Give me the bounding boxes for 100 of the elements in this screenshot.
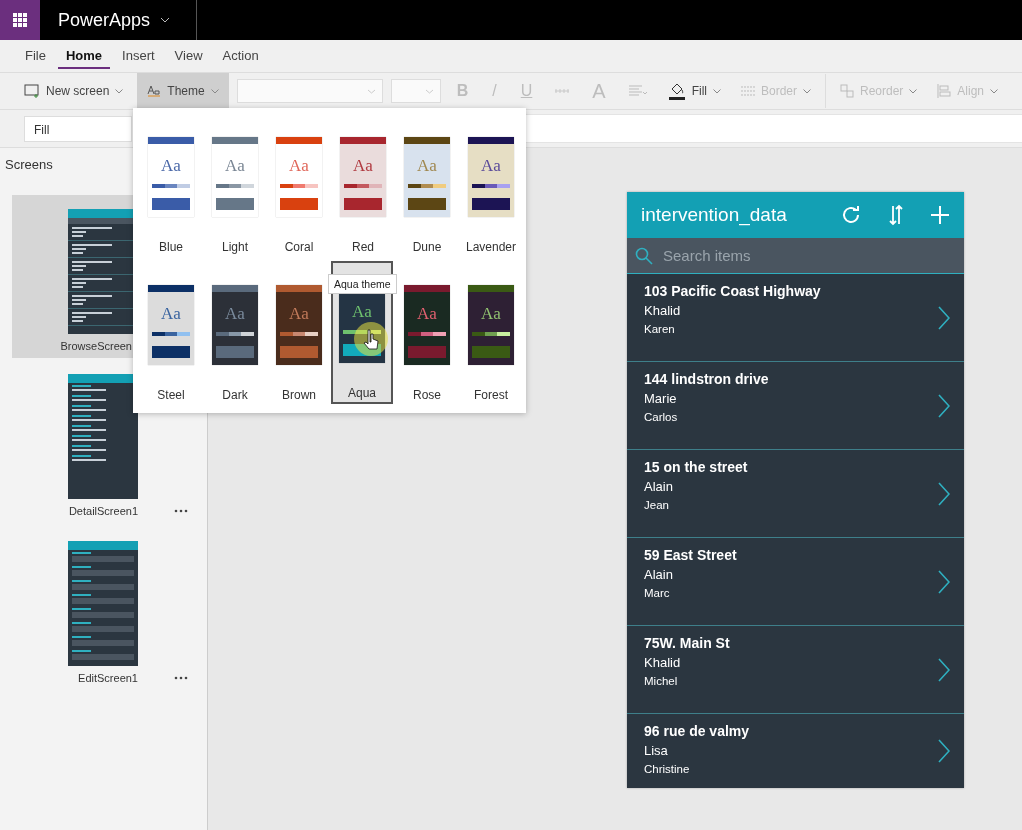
- chevron-down-icon: [990, 88, 999, 94]
- waffle-icon: [13, 13, 27, 27]
- screen-item-highlight[interactable]: BrowseScreen: [12, 195, 133, 358]
- sort-icon[interactable]: [888, 204, 904, 226]
- color-strip: [408, 184, 446, 188]
- item-subtitle: Marie: [644, 390, 678, 408]
- theme-swatch[interactable]: Aa: [468, 285, 514, 365]
- screen-thumbnail[interactable]: [68, 209, 133, 334]
- menu-tab[interactable]: Home: [57, 43, 111, 69]
- color-strip: [408, 332, 446, 336]
- theme-name: Coral: [284, 240, 314, 254]
- chevron-right-icon[interactable]: [938, 481, 950, 506]
- item-subtitle: Khalid: [644, 302, 682, 320]
- color-strip: [152, 332, 190, 336]
- theme-name: Brown: [282, 388, 316, 402]
- sample-text: Aa: [417, 156, 437, 176]
- theme-swatch[interactable]: Aa: [468, 137, 514, 217]
- screen-thumbnail[interactable]: [68, 374, 138, 499]
- color-strip: [472, 332, 510, 336]
- search-icon: [635, 246, 653, 265]
- theme-name: Steel: [157, 388, 185, 402]
- swatch-header-bar: [276, 137, 322, 144]
- item-subtitle: Alain: [644, 478, 674, 496]
- sample-text: Aa: [289, 156, 309, 176]
- sample-text: Aa: [352, 302, 372, 322]
- sample-text: Aa: [481, 304, 501, 324]
- color-strip: [216, 332, 254, 336]
- gallery-item[interactable]: 75W. Main St Khalid Michel: [627, 626, 964, 714]
- item-title: 15 on the street: [644, 458, 749, 477]
- theme-name: Light: [222, 240, 248, 254]
- color-strip: [280, 332, 318, 336]
- item-title: 59 East Street: [644, 546, 738, 565]
- screen-add-icon: [24, 84, 40, 98]
- hand-cursor-icon: [353, 321, 389, 357]
- swatch-header-bar: [212, 137, 258, 144]
- theme-name: Red: [352, 240, 374, 254]
- sample-text: Aa: [161, 156, 181, 176]
- layers-icon: [840, 84, 854, 98]
- chevron-down-icon: [210, 88, 219, 94]
- swatch-header-bar: [404, 285, 450, 292]
- menu-tab[interactable]: View: [166, 43, 211, 69]
- more-icon[interactable]: [174, 676, 188, 680]
- fill-button[interactable]: Fill: [661, 73, 727, 109]
- gallery-item[interactable]: 144 lindstron drive Marie Carlos: [627, 362, 964, 450]
- theme-name: Aqua: [348, 386, 376, 400]
- refresh-icon[interactable]: [840, 204, 862, 226]
- chevron-right-icon[interactable]: [938, 739, 950, 763]
- swatch-header-bar: [148, 285, 194, 292]
- gallery-item[interactable]: 15 on the street Alain Jean: [627, 450, 964, 538]
- chevron-down-icon: [909, 88, 918, 94]
- theme-button[interactable]: Theme: [137, 73, 229, 109]
- theme-name: Lavender: [465, 240, 516, 254]
- menu-tab[interactable]: Insert: [114, 43, 163, 69]
- item-subtitle: Lisa: [644, 742, 669, 760]
- screen-name: BrowseScreen: [60, 340, 133, 352]
- item-detail: Karen: [644, 322, 676, 337]
- chevron-right-icon[interactable]: [938, 569, 950, 594]
- theme-swatch[interactable]: Aa: [404, 285, 450, 365]
- new-screen-button[interactable]: New screen: [18, 73, 130, 109]
- theme-swatch[interactable]: Aa: [148, 137, 194, 217]
- item-subtitle: Khalid: [644, 654, 682, 672]
- theme-swatch[interactable]: Aa: [148, 285, 194, 365]
- add-icon[interactable]: [930, 205, 950, 225]
- chevron-down-icon: [115, 88, 124, 94]
- theme-name: Forest: [474, 388, 508, 402]
- sample-text: Aa: [289, 304, 309, 324]
- screen-thumbnail[interactable]: [68, 541, 138, 666]
- sample-text: Aa: [481, 156, 501, 176]
- sample-text: Aa: [417, 304, 437, 324]
- more-icon[interactable]: [174, 509, 188, 513]
- theme-swatch[interactable]: Aa: [276, 137, 322, 217]
- search-bar[interactable]: Search items: [627, 238, 964, 274]
- theme-swatch[interactable]: Aa: [276, 285, 322, 365]
- formula-field[interactable]: [525, 114, 1022, 143]
- color-strip: [280, 184, 318, 188]
- menu-tab[interactable]: Action: [214, 43, 267, 69]
- sample-text: Aa: [225, 304, 245, 324]
- chevron-right-icon[interactable]: [938, 305, 950, 330]
- color-strip: [472, 184, 510, 188]
- item-title: 96 rue de valmy: [644, 722, 751, 741]
- swatch-header-bar: [468, 137, 514, 144]
- theme-swatch[interactable]: Aa: [212, 137, 258, 217]
- gallery-item[interactable]: 96 rue de valmy Lisa Christine: [627, 714, 964, 788]
- theme-name: Blue: [159, 240, 183, 254]
- panel-title: Screens: [5, 157, 53, 172]
- search-field[interactable]: Search items: [663, 247, 956, 264]
- theme-swatch[interactable]: Aa: [212, 285, 258, 365]
- theme-name: Dune: [412, 240, 442, 254]
- chevron-down-icon: [803, 88, 811, 94]
- gallery-item[interactable]: 59 East Street Alain Marc: [627, 538, 964, 626]
- theme-swatch[interactable]: Aa: [340, 137, 386, 217]
- menu-tab[interactable]: File: [17, 43, 54, 69]
- color-strip: [216, 184, 254, 188]
- chevron-right-icon[interactable]: [938, 393, 950, 418]
- property-field[interactable]: Fill: [24, 115, 132, 142]
- app-launcher-button[interactable]: [0, 0, 40, 40]
- gallery-item[interactable]: 103 Pacific Coast Highway Khalid Karen: [627, 274, 964, 362]
- sample-text: Aa: [353, 156, 373, 176]
- font-icon: [147, 85, 162, 97]
- chevron-right-icon[interactable]: [938, 657, 950, 682]
